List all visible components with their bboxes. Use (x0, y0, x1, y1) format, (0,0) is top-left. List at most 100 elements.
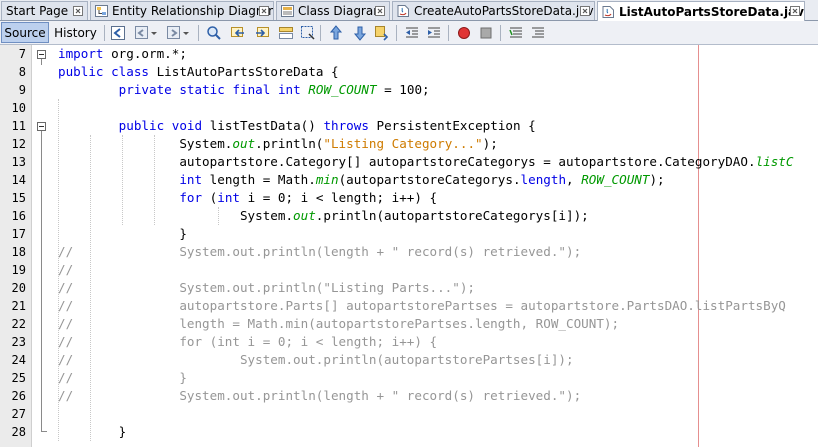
line-number: 7 (18, 47, 26, 61)
line-number: 9 (18, 83, 26, 97)
code-line[interactable]: 27 (0, 405, 818, 423)
last-edit-icon[interactable] (110, 25, 126, 41)
chevron-down-icon[interactable] (150, 25, 158, 41)
tab-list-auto-parts-store-data[interactable]: ListAutoPartsStoreData.java (597, 1, 805, 21)
tab-start-page[interactable]: Start Page (1, 1, 88, 20)
forward-icon[interactable] (166, 25, 182, 41)
toggle-bookmark-icon[interactable] (374, 25, 390, 41)
close-icon[interactable] (259, 6, 269, 16)
editor-tab-bar: Start Page Entity Relationship Diagram1 … (0, 0, 818, 21)
shift-right-icon[interactable] (426, 25, 442, 41)
code-token: .println(autopartstoreCategorys[i]); (315, 208, 589, 223)
code-line[interactable]: 13 autopartstore.Category[] autopartstor… (0, 153, 818, 171)
line-number: 15 (11, 191, 26, 205)
line-number: 20 (11, 281, 26, 295)
toggle-rect-selection-icon[interactable] (300, 25, 316, 41)
close-icon[interactable] (580, 6, 590, 16)
code-line[interactable]: 24 // System.out.println(autopartstorePar… (0, 351, 818, 369)
stop-macro-icon[interactable] (478, 25, 494, 41)
toolbar-separator (320, 25, 321, 41)
tab-label: ListAutoPartsStoreData.java (619, 4, 805, 19)
code-token: // System.out.println("Listing Parts..."… (58, 280, 476, 295)
code-line[interactable]: 20 // System.out.println("Listing Parts..… (0, 279, 818, 297)
code-token: // autopartstore.Parts[] autopartstorePa… (58, 298, 786, 313)
code-line[interactable]: 22 // length = Math.min(autopartstorePart… (0, 315, 818, 333)
code-line[interactable]: 18 // System.out.println(length + " recor… (0, 243, 818, 261)
code-line[interactable]: 7 import org.orm.*; (0, 45, 818, 63)
close-icon[interactable] (790, 6, 800, 16)
toolbar-separator (396, 25, 397, 41)
code-line[interactable]: 10 (0, 99, 818, 117)
line-number: 24 (11, 353, 26, 367)
code-token: // for (int i = 0; i < length; i++) { (58, 334, 438, 349)
code-line[interactable]: 26 // System.out.println(length + " recor… (0, 387, 818, 405)
find-next-icon[interactable] (254, 25, 270, 41)
code-token: private (118, 82, 172, 97)
code-text: // length = Math.min(autopartstorePartse… (58, 316, 619, 331)
erd-diagram-icon (95, 5, 108, 17)
code-line[interactable]: 16 System.out.println(autopartstoreCateg… (0, 207, 818, 225)
comment-icon[interactable] (508, 25, 524, 41)
previous-bookmark-icon[interactable] (328, 25, 344, 41)
shift-left-icon[interactable] (404, 25, 420, 41)
chevron-down-icon[interactable] (182, 25, 190, 41)
tab-class-diagram[interactable]: Class Diagram (276, 1, 390, 20)
close-icon[interactable] (375, 6, 385, 16)
line-number: 25 (11, 371, 26, 385)
code-line[interactable]: 19 // (0, 261, 818, 279)
code-text: System.out.println(autopartstoreCategory… (58, 208, 589, 223)
code-line[interactable]: 25 // } (0, 369, 818, 387)
source-button[interactable]: Source (1, 22, 49, 43)
code-token: org.orm.*; (103, 46, 187, 61)
code-token: final (232, 82, 271, 97)
code-text: // } (58, 370, 187, 385)
uncomment-icon[interactable] (530, 25, 546, 41)
code-token: autopartstore.Category[] autopartstoreCa… (58, 154, 756, 169)
line-number: 13 (11, 155, 26, 169)
code-line[interactable]: 21 // autopartstore.Parts[] autopartstore… (0, 297, 818, 315)
start-macro-icon[interactable] (456, 25, 472, 41)
code-token: (autopartstoreCategorys. (338, 172, 521, 187)
line-number: 14 (11, 173, 26, 187)
find-selection-icon[interactable] (206, 25, 222, 41)
code-token: ); (649, 172, 665, 187)
code-line[interactable]: 12 System.out.println("Listing Category.… (0, 135, 818, 153)
next-bookmark-icon[interactable] (352, 25, 368, 41)
code-line[interactable]: 11 public void listTestData() throws Per… (0, 117, 818, 135)
code-line[interactable]: 15 for (int i = 0; i < length; i++) { (0, 189, 818, 207)
code-line[interactable]: 17 } (0, 225, 818, 243)
editor-toolbar: Source History (0, 21, 818, 45)
history-button[interactable]: History (51, 22, 100, 43)
tab-entity-relationship-diagram[interactable]: Entity Relationship Diagram1 (90, 1, 274, 20)
close-icon[interactable] (73, 6, 83, 16)
line-number: 16 (11, 209, 26, 223)
tab-label: CreateAutoPartsStoreData.java (414, 4, 595, 18)
back-icon[interactable] (134, 25, 150, 41)
code-text: // System.out.println(length + " record(… (58, 388, 581, 403)
code-token: // System.out.println(autopartstoreParts… (58, 352, 574, 367)
code-token: public (58, 64, 104, 79)
code-line[interactable]: 23 // for (int i = 0; i < length; i++) { (0, 333, 818, 351)
line-number: 17 (11, 227, 26, 241)
code-text: // System.out.println("Listing Parts..."… (58, 280, 475, 295)
tab-create-auto-parts-store-data[interactable]: CreateAutoPartsStoreData.java (392, 1, 595, 20)
line-number: 22 (11, 317, 26, 331)
code-line[interactable]: 9 private static final int ROW_COUNT = 1… (0, 81, 818, 99)
code-token: ListAutoPartsStoreData { (149, 64, 339, 79)
code-text: public void listTestData() throws Persis… (58, 118, 536, 133)
code-line[interactable]: 14 int length = Math.min(autopartstoreCa… (0, 171, 818, 189)
code-editor[interactable]: 7 import org.orm.*; 8 public class ListAuto… (0, 45, 818, 447)
find-previous-icon[interactable] (230, 25, 246, 41)
code-token: , (566, 172, 582, 187)
code-token: listC (755, 154, 794, 169)
code-token: ROW_COUNT (308, 82, 377, 97)
toggle-highlight-icon[interactable] (278, 25, 294, 41)
code-line[interactable]: 8 public class ListAutoPartsStoreData { (0, 63, 818, 81)
toolbar-separator (198, 25, 199, 41)
code-line[interactable]: 28 } (0, 423, 818, 441)
code-token: int (277, 82, 301, 97)
